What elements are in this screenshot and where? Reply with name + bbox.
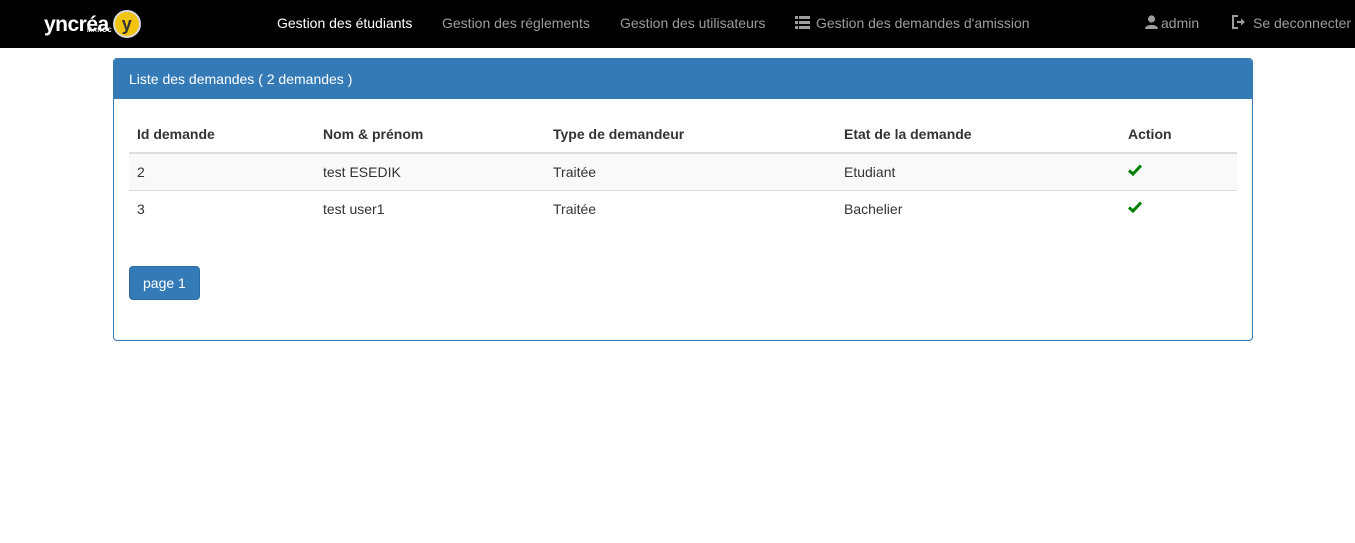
column-header-name[interactable]: Nom & prénom (315, 115, 545, 154)
table-row: 2 test ESEDIK Traitée Etudiant (129, 152, 1237, 191)
cell-action (1120, 190, 1237, 227)
column-header-id[interactable]: Id demande (129, 115, 315, 154)
demandes-table: Id demande Nom & prénom Type de demandeu… (129, 115, 1237, 227)
cell-action (1120, 152, 1237, 191)
nav-logout[interactable]: Se deconnecter (1231, 0, 1351, 46)
nav-user-admin[interactable]: admin (1145, 0, 1199, 46)
demandes-panel: Liste des demandes ( 2 demandes ) Id dem… (113, 58, 1253, 341)
logout-icon (1231, 1, 1247, 47)
brand-logo[interactable]: yncréa MAROC y (44, 8, 141, 40)
cell-name: test user1 (315, 190, 545, 227)
nav-gestion-etudiants[interactable]: Gestion des étudiants (277, 0, 412, 46)
cell-state: Etudiant (836, 152, 1120, 191)
brand-y-icon: y (112, 10, 141, 38)
user-label: admin (1161, 15, 1200, 31)
cell-type: Traitée (545, 152, 836, 191)
check-icon[interactable] (1128, 200, 1143, 217)
cell-id: 2 (129, 152, 315, 191)
logout-label: Se deconnecter (1253, 15, 1352, 31)
user-icon (1145, 1, 1158, 47)
nav-label: Gestion des réglements (442, 15, 590, 31)
check-icon[interactable] (1128, 163, 1143, 180)
brand-subtitle: MAROC (87, 28, 113, 34)
nav-label: Gestion des demandes d'amission (816, 15, 1030, 31)
nav-gestion-demandes[interactable]: Gestion des demandes d'amission (795, 0, 1030, 46)
nav-gestion-utilisateurs[interactable]: Gestion des utilisateurs (620, 0, 766, 46)
list-icon (795, 1, 810, 47)
pagination-page-button[interactable]: page 1 (129, 266, 200, 300)
cell-id: 3 (129, 190, 315, 227)
cell-state: Bachelier (836, 190, 1120, 227)
panel-title: Liste des demandes ( 2 demandes ) (114, 59, 1252, 99)
table-row: 3 test user1 Traitée Bachelier (129, 190, 1237, 227)
cell-name: test ESEDIK (315, 152, 545, 191)
nav-gestion-reglements[interactable]: Gestion des réglements (442, 0, 590, 46)
column-header-type[interactable]: Type de demandeur (545, 115, 836, 154)
cell-type: Traitée (545, 190, 836, 227)
table-header-row: Id demande Nom & prénom Type de demandeu… (129, 115, 1237, 154)
nav-label: Gestion des utilisateurs (620, 15, 766, 31)
column-header-action: Action (1120, 115, 1237, 154)
nav-label: Gestion des étudiants (277, 15, 413, 31)
top-navbar: yncréa MAROC y Gestion des étudiants Ges… (0, 0, 1355, 48)
column-header-state[interactable]: Etat de la demande (836, 115, 1120, 154)
